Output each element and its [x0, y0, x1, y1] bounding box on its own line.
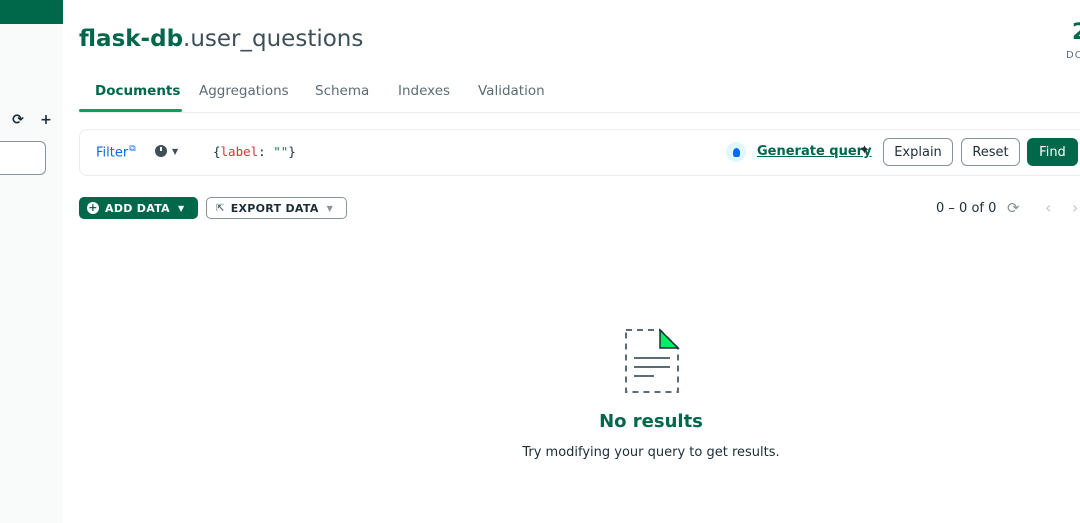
tab-aggregations[interactable]: Aggregations	[199, 83, 289, 99]
chevron-right-icon[interactable]: ›	[1072, 198, 1078, 217]
add-data-button[interactable]: + ADD DATA ▼	[79, 197, 198, 219]
export-data-label: EXPORT DATA	[230, 201, 319, 215]
collection-name: .user_questions	[183, 26, 364, 52]
lightbulb-icon	[726, 142, 746, 162]
chevron-left-icon[interactable]: ‹	[1045, 198, 1051, 217]
caret-down-icon: ▼	[326, 203, 334, 213]
empty-state-subtitle: Try modifying your query to get results.	[522, 445, 780, 460]
page-title: flask-db.user_questions	[79, 26, 363, 52]
collection-tabs: Documents Aggregations Schema Indexes Va…	[79, 78, 1080, 113]
empty-state-title: No results	[599, 411, 703, 432]
filter-docs-link[interactable]: Filter⧉	[96, 144, 136, 160]
external-link-icon: ⧉	[129, 144, 136, 154]
refresh-icon[interactable]: ⟳	[10, 112, 26, 128]
db-name: flask-db	[79, 26, 184, 52]
find-button[interactable]: Find	[1027, 138, 1078, 166]
query-open-brace: {	[213, 144, 221, 159]
generate-query-link[interactable]: Generate query	[757, 144, 872, 159]
tab-validation[interactable]: Validation	[478, 83, 545, 99]
query-close-brace: }	[288, 144, 296, 159]
document-count: 2	[1072, 20, 1080, 45]
reset-button[interactable]: Reset	[961, 138, 1020, 166]
sidebar-active-bar[interactable]	[0, 0, 63, 24]
export-icon: ⇱	[216, 202, 225, 214]
sidebar-search-input[interactable]	[0, 141, 46, 175]
tab-documents[interactable]: Documents	[95, 83, 180, 99]
plus-icon[interactable]: +	[38, 112, 54, 128]
query-value: ""	[273, 144, 289, 159]
tab-indexes[interactable]: Indexes	[398, 83, 450, 99]
query-key: label	[220, 144, 259, 159]
caret-down-icon: ▼	[177, 203, 185, 213]
clock-icon	[155, 145, 167, 157]
query-history-button[interactable]: ▼	[155, 145, 178, 157]
refresh-icon[interactable]: ⟳	[1007, 199, 1020, 217]
tab-schema[interactable]: Schema	[315, 83, 369, 99]
query-input[interactable]: {label: ""}	[213, 144, 296, 159]
pagination-text: 0 – 0 of 0	[936, 201, 997, 216]
export-data-button[interactable]: ⇱ EXPORT DATA ▼	[206, 197, 347, 219]
document-count-label: DO	[1066, 50, 1080, 61]
plus-circle-icon: +	[87, 201, 99, 214]
explain-button[interactable]: Explain	[883, 138, 953, 166]
filter-label: Filter	[96, 145, 129, 161]
empty-document-icon	[625, 328, 680, 393]
add-data-label: ADD DATA	[105, 201, 170, 215]
sparkle-icon: ✦	[859, 143, 870, 158]
active-tab-indicator	[79, 109, 182, 112]
caret-down-icon: ▼	[172, 146, 179, 156]
filter-bar: Filter⧉ ▼ {label: ""} Generate query ✦ E…	[79, 129, 1080, 176]
query-separator: :	[258, 144, 274, 159]
